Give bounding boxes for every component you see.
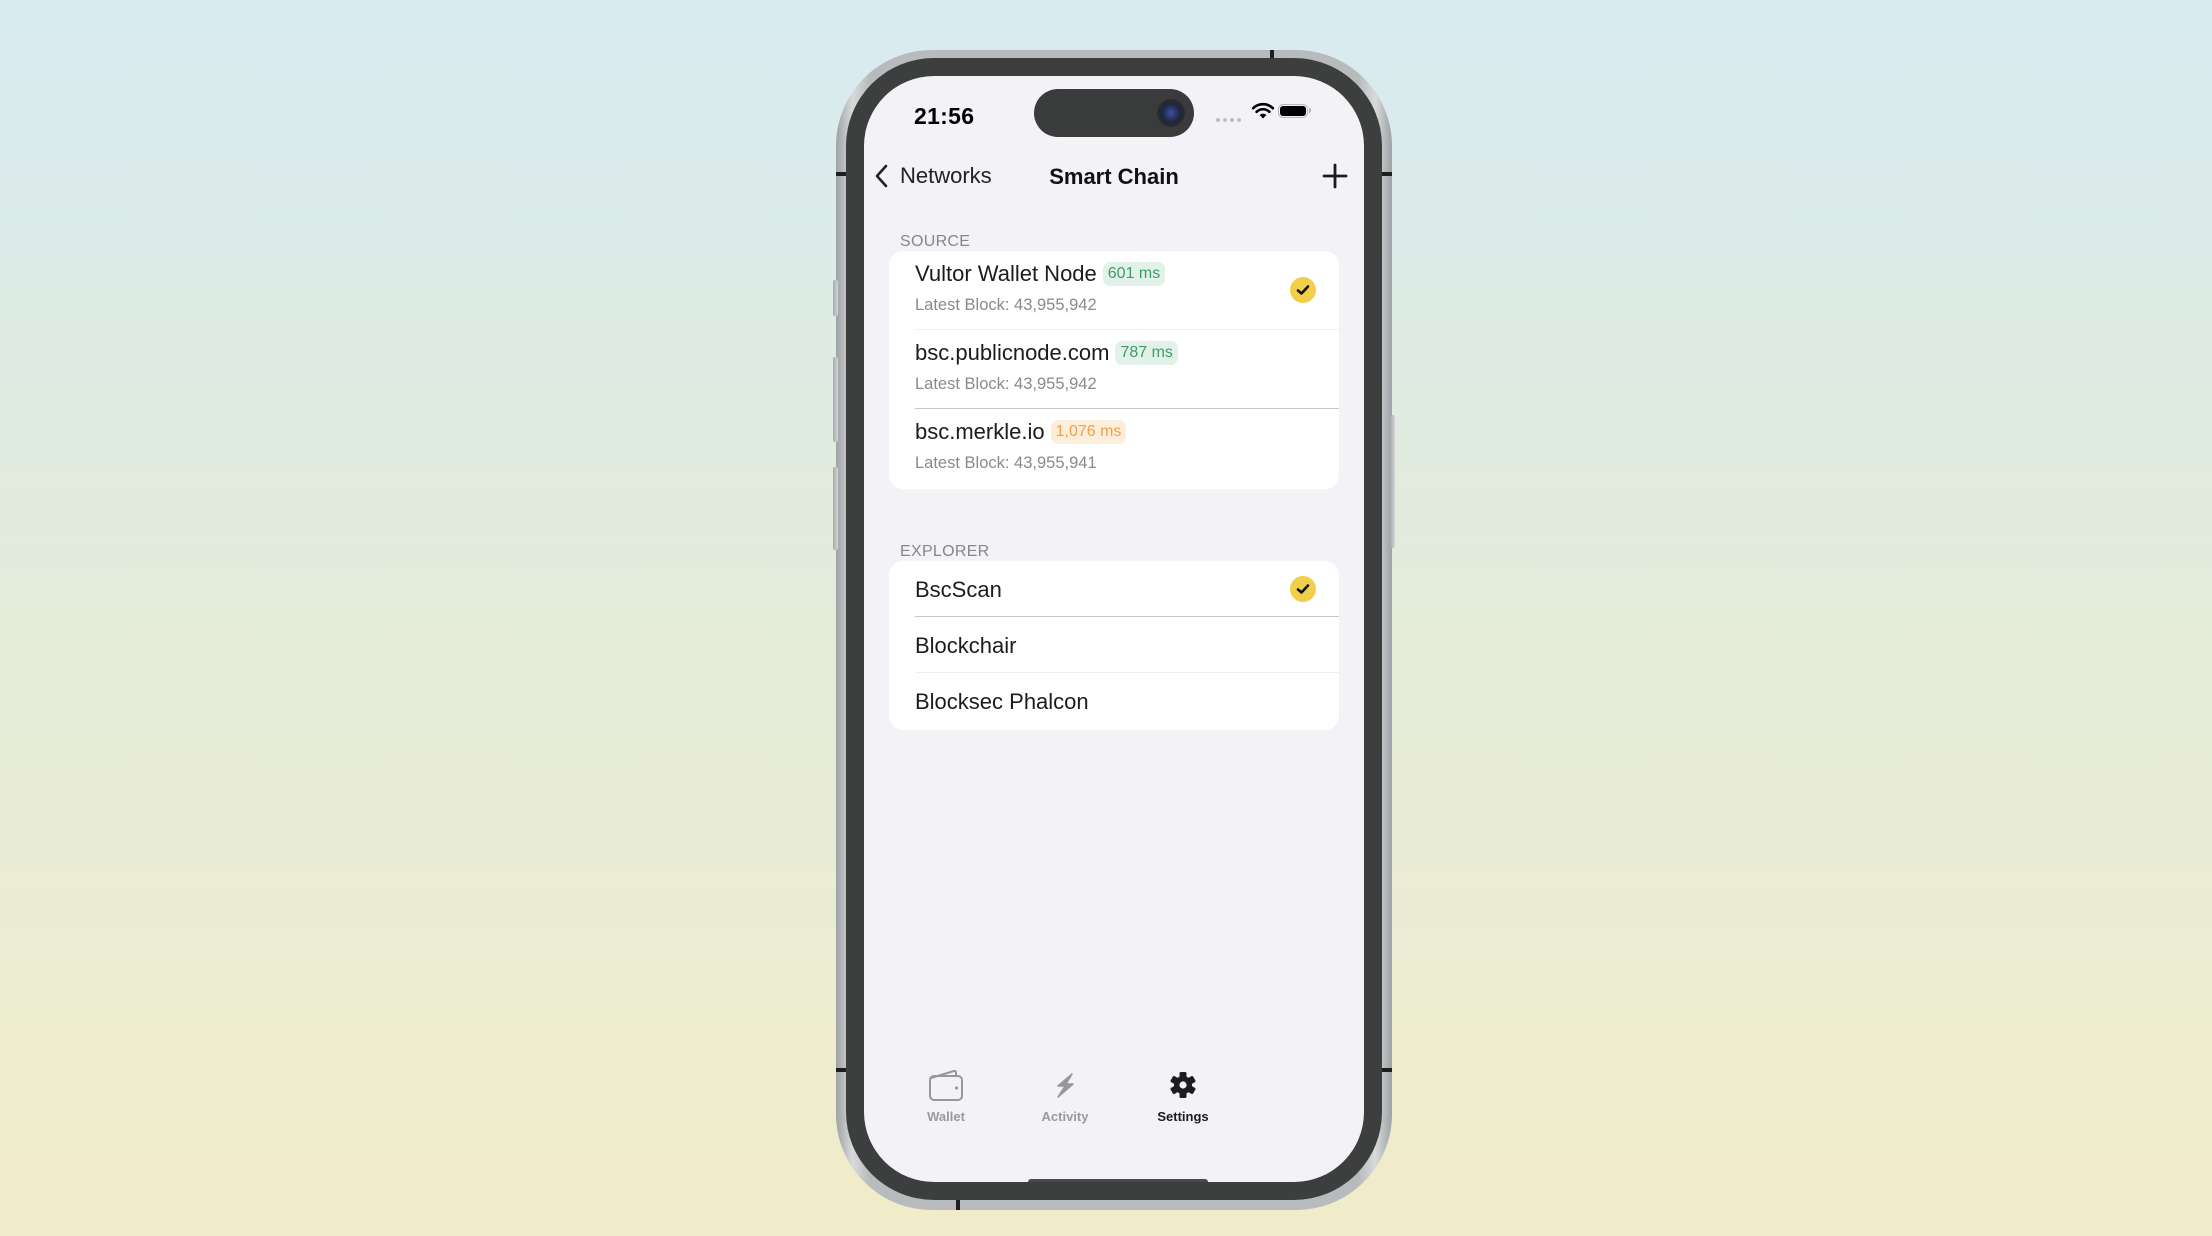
latest-block: Latest Block: 43,955,942 [915,296,1097,314]
explorer-item[interactable]: BscScan [889,561,1339,617]
status-time: 21:56 [914,103,975,129]
checkmark-icon [1290,576,1316,602]
explorer-name: Blockchair [915,633,1017,658]
latency-badge: 787 ms [1115,341,1178,365]
wifi-icon [1251,102,1275,119]
tab-wallet[interactable]: Wallet [886,1066,1006,1124]
latency-badge: 1,076 ms [1050,420,1127,444]
antenna-band [956,1200,960,1210]
volume-down-button [833,467,838,550]
explorer-list: BscScan Blockchair Blocksec Phalcon [889,561,1339,730]
tab-bar: Wallet Activity Settings [864,1066,1364,1146]
latency-badge: 601 ms [1102,262,1166,286]
volume-up-button [833,357,838,442]
explorer-item[interactable]: Blockchair [889,617,1339,673]
antenna-band [836,1068,846,1072]
explorer-name: Blocksec Phalcon [915,689,1089,714]
screen: 21:56 Networks Smart Chain SOURCE Vultor… [864,76,1364,1182]
action-button [833,280,838,316]
antenna-band [1270,50,1274,58]
lightning-icon [1057,1073,1074,1098]
battery-icon [1278,104,1311,118]
antenna-band [1382,1068,1392,1072]
signal-dots-icon [1216,118,1241,122]
power-button [1390,415,1395,548]
source-item[interactable]: Vultor Wallet Node 601 ms Latest Block: … [889,251,1339,330]
source-name: bsc.merkle.io [915,419,1045,444]
source-name: bsc.publicnode.com [915,340,1110,365]
explorer-item[interactable]: Blocksec Phalcon [889,673,1339,730]
tab-settings[interactable]: Settings [1123,1066,1243,1124]
antenna-band [1382,172,1392,176]
latest-block: Latest Block: 43,955,942 [915,375,1097,393]
dynamic-island [1034,89,1194,137]
tab-label: Activity [1041,1109,1089,1124]
navigation-bar: Networks Smart Chain [864,156,1364,196]
section-header-source: SOURCE [900,233,971,250]
tab-activity[interactable]: Activity [1005,1066,1125,1124]
source-item[interactable]: bsc.publicnode.com 787 ms Latest Block: … [889,330,1339,409]
camera-icon [1157,99,1185,127]
wallet-icon [929,1069,963,1101]
plus-icon[interactable] [1320,161,1350,191]
source-name: Vultor Wallet Node [915,261,1097,286]
gear-icon [1170,1072,1196,1098]
source-list: Vultor Wallet Node 601 ms Latest Block: … [889,251,1339,489]
home-indicator[interactable] [1028,1179,1208,1182]
phone-device: 21:56 Networks Smart Chain SOURCE Vultor… [833,50,1395,1210]
antenna-band [836,172,846,176]
page-title: Smart Chain [1049,164,1179,189]
source-item[interactable]: bsc.merkle.io 1,076 ms Latest Block: 43,… [889,409,1339,489]
explorer-name: BscScan [915,577,1002,602]
tab-label: Settings [1157,1109,1209,1124]
checkmark-icon [1290,277,1316,303]
section-header-explorer: EXPLORER [900,543,990,560]
latest-block: Latest Block: 43,955,941 [915,454,1097,472]
tab-label: Wallet [927,1109,965,1124]
